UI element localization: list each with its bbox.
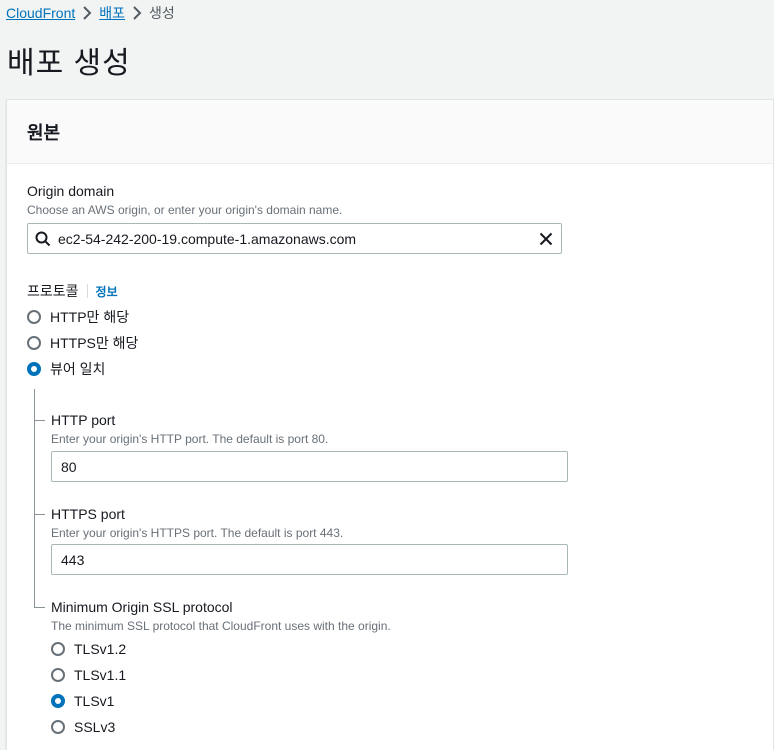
http-port-description: Enter your origin's HTTP port. The defau…: [51, 432, 329, 446]
radio-button[interactable]: [27, 362, 41, 376]
nesting-tick: [34, 607, 45, 608]
nesting-tick: [34, 514, 45, 515]
http-port-label: HTTP port: [51, 412, 116, 428]
origin-domain-input[interactable]: [58, 230, 531, 247]
search-icon: [28, 231, 58, 247]
protocol-label-row: 프로토콜 정보: [27, 281, 118, 301]
ssl-option-tlsv1-1[interactable]: TLSv1.1: [51, 667, 126, 683]
divider: [86, 284, 88, 298]
breadcrumb-cloudfront-link[interactable]: CloudFront: [6, 5, 75, 21]
http-port-input[interactable]: [51, 451, 568, 482]
nesting-tick: [34, 420, 45, 421]
ssl-option-label: TLSv1: [74, 693, 115, 709]
origin-panel: 원본 Origin domain Choose an AWS origin, o…: [6, 99, 774, 750]
protocol-info-link[interactable]: 정보: [96, 283, 118, 300]
ssl-option-label: TLSv1.1: [74, 667, 127, 683]
radio-button[interactable]: [27, 336, 41, 350]
nesting-line: [34, 389, 35, 607]
protocol-option-match-viewer[interactable]: 뷰어 일치: [27, 359, 105, 379]
protocol-option-label: HTTPS만 해당: [50, 335, 139, 351]
radio-button[interactable]: [51, 668, 65, 682]
ssl-option-sslv3[interactable]: SSLv3: [51, 719, 115, 735]
panel-header: 원본: [7, 100, 773, 164]
https-port-input[interactable]: [51, 544, 568, 575]
chevron-right-icon: [132, 6, 142, 20]
protocol-option-label: HTTP만 해당: [50, 309, 130, 325]
ssl-option-tlsv1-2[interactable]: TLSv1.2: [51, 641, 126, 657]
origin-domain-field[interactable]: [27, 223, 562, 254]
radio-button[interactable]: [51, 694, 65, 708]
protocol-option-http-only[interactable]: HTTP만 해당: [27, 307, 129, 327]
protocol-option-label: 뷰어 일치: [50, 361, 106, 377]
https-port-label: HTTPS port: [51, 506, 125, 522]
https-port-description: Enter your origin's HTTPS port. The defa…: [51, 526, 344, 540]
chevron-right-icon: [82, 6, 92, 20]
ssl-option-tlsv1[interactable]: TLSv1: [51, 693, 114, 709]
protocol-label: 프로토콜: [27, 283, 79, 299]
breadcrumb: CloudFront 배포 생성: [6, 3, 175, 23]
ssl-protocol-description: The minimum SSL protocol that CloudFront…: [51, 619, 391, 633]
origin-domain-description: Choose an AWS origin, or enter your orig…: [27, 203, 343, 217]
radio-button[interactable]: [51, 642, 65, 656]
panel-title: 원본: [27, 122, 61, 143]
radio-button[interactable]: [51, 720, 65, 734]
close-icon[interactable]: [531, 232, 561, 246]
ssl-option-label: TLSv1.2: [74, 641, 127, 657]
origin-domain-label: Origin domain: [27, 183, 115, 199]
ssl-protocol-label: Minimum Origin SSL protocol: [51, 599, 233, 615]
page-title: 배포 생성: [7, 47, 131, 80]
breadcrumb-current: 생성: [149, 5, 175, 21]
radio-button[interactable]: [27, 310, 41, 324]
ssl-option-label: SSLv3: [74, 719, 116, 735]
breadcrumb-distributions-link[interactable]: 배포: [99, 3, 125, 23]
protocol-option-https-only[interactable]: HTTPS만 해당: [27, 333, 138, 353]
